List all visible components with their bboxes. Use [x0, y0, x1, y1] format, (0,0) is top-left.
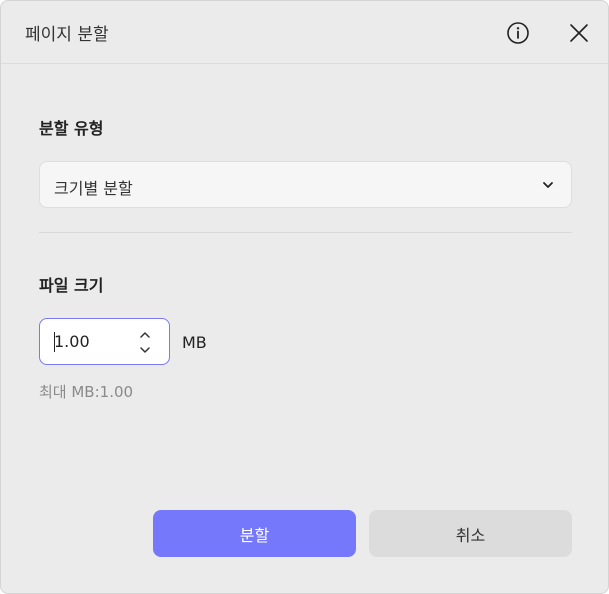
info-circle-icon: [507, 22, 529, 44]
split-type-selected-value: 크기별 분할: [54, 179, 133, 198]
chevron-down-icon: [140, 347, 150, 353]
text-caret: [54, 332, 55, 352]
file-size-input[interactable]: [54, 332, 124, 351]
close-icon: [570, 24, 588, 42]
split-type-label: 분할 유형: [39, 119, 104, 138]
file-size-unit: MB: [182, 333, 207, 352]
max-size-hint: 최대 MB:1.00: [39, 383, 134, 401]
file-size-stepper[interactable]: [39, 318, 170, 365]
step-up-button[interactable]: [136, 328, 154, 342]
chevron-up-icon: [140, 332, 150, 338]
file-size-label: 파일 크기: [39, 276, 104, 295]
dialog-titlebar: 페이지 분할: [1, 1, 608, 64]
section-divider: [39, 232, 572, 233]
close-button[interactable]: [564, 18, 594, 48]
step-down-button[interactable]: [136, 343, 154, 357]
split-pages-dialog: 페이지 분할 분할 유형 크기별 분할 파일 크기 1.00 MB 최대 MB:…: [0, 0, 609, 594]
info-button[interactable]: [503, 18, 533, 48]
split-type-select[interactable]: 크기별 분할: [39, 161, 572, 208]
dialog-title: 페이지 분할: [25, 25, 109, 45]
cancel-button[interactable]: 취소: [369, 510, 572, 557]
chevron-down-icon: [543, 182, 553, 188]
split-button[interactable]: 분할: [153, 510, 356, 557]
